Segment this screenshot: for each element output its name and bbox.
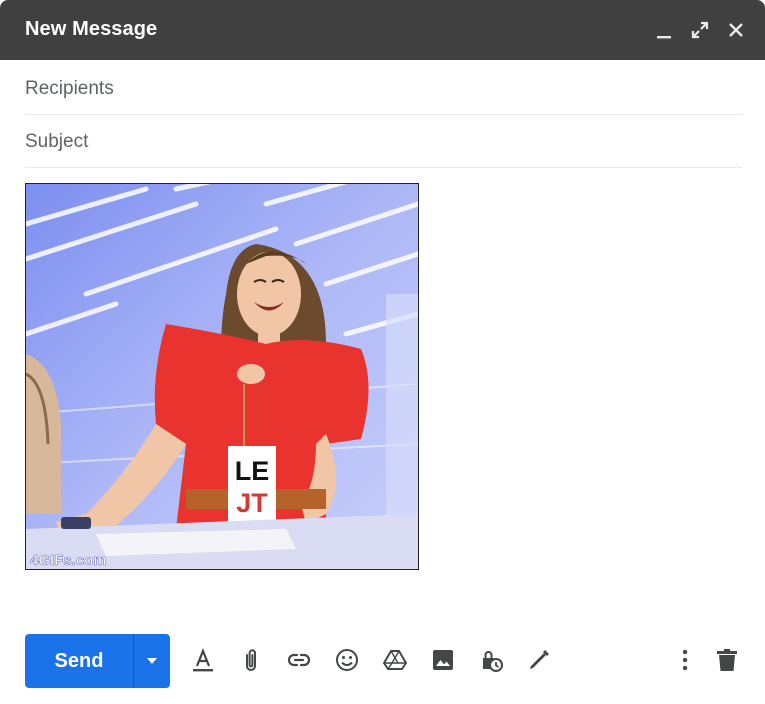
recipients-field[interactable]: Recipients xyxy=(25,62,742,115)
photo-icon[interactable] xyxy=(428,645,458,675)
text-format-icon[interactable] xyxy=(188,645,218,675)
compose-titlebar[interactable]: New Message xyxy=(0,0,765,60)
subject-field[interactable]: Subject xyxy=(25,115,742,168)
subject-placeholder: Subject xyxy=(25,131,89,152)
drive-icon[interactable] xyxy=(380,645,410,675)
signature-icon[interactable] xyxy=(524,645,554,675)
attach-icon[interactable] xyxy=(236,645,266,675)
close-icon[interactable] xyxy=(724,18,748,42)
send-button-group: Send xyxy=(25,634,170,688)
expand-icon[interactable] xyxy=(688,18,712,42)
gif-watermark: 4GIFs.com xyxy=(30,552,107,569)
send-button[interactable]: Send xyxy=(25,634,133,688)
more-options-icon[interactable] xyxy=(670,645,700,675)
inline-gif-image[interactable]: LE JT 4GIFs.com xyxy=(25,183,419,570)
recipients-placeholder: Recipients xyxy=(25,78,114,99)
link-icon[interactable] xyxy=(284,645,314,675)
confidential-icon[interactable] xyxy=(476,645,506,675)
send-options-button[interactable] xyxy=(134,634,170,688)
emoji-icon[interactable] xyxy=(332,645,362,675)
minimize-icon[interactable] xyxy=(652,18,676,42)
compose-title: New Message xyxy=(25,18,158,40)
badge-text-le: LE xyxy=(235,456,270,486)
chevron-down-icon xyxy=(147,658,157,664)
trash-icon[interactable] xyxy=(712,645,742,675)
compose-window: New Message Recipients Subject LE JT 4GI… xyxy=(0,0,765,704)
badge-text-jt: JT xyxy=(236,488,268,518)
gif-scene: LE JT 4GIFs.com xyxy=(26,184,418,569)
